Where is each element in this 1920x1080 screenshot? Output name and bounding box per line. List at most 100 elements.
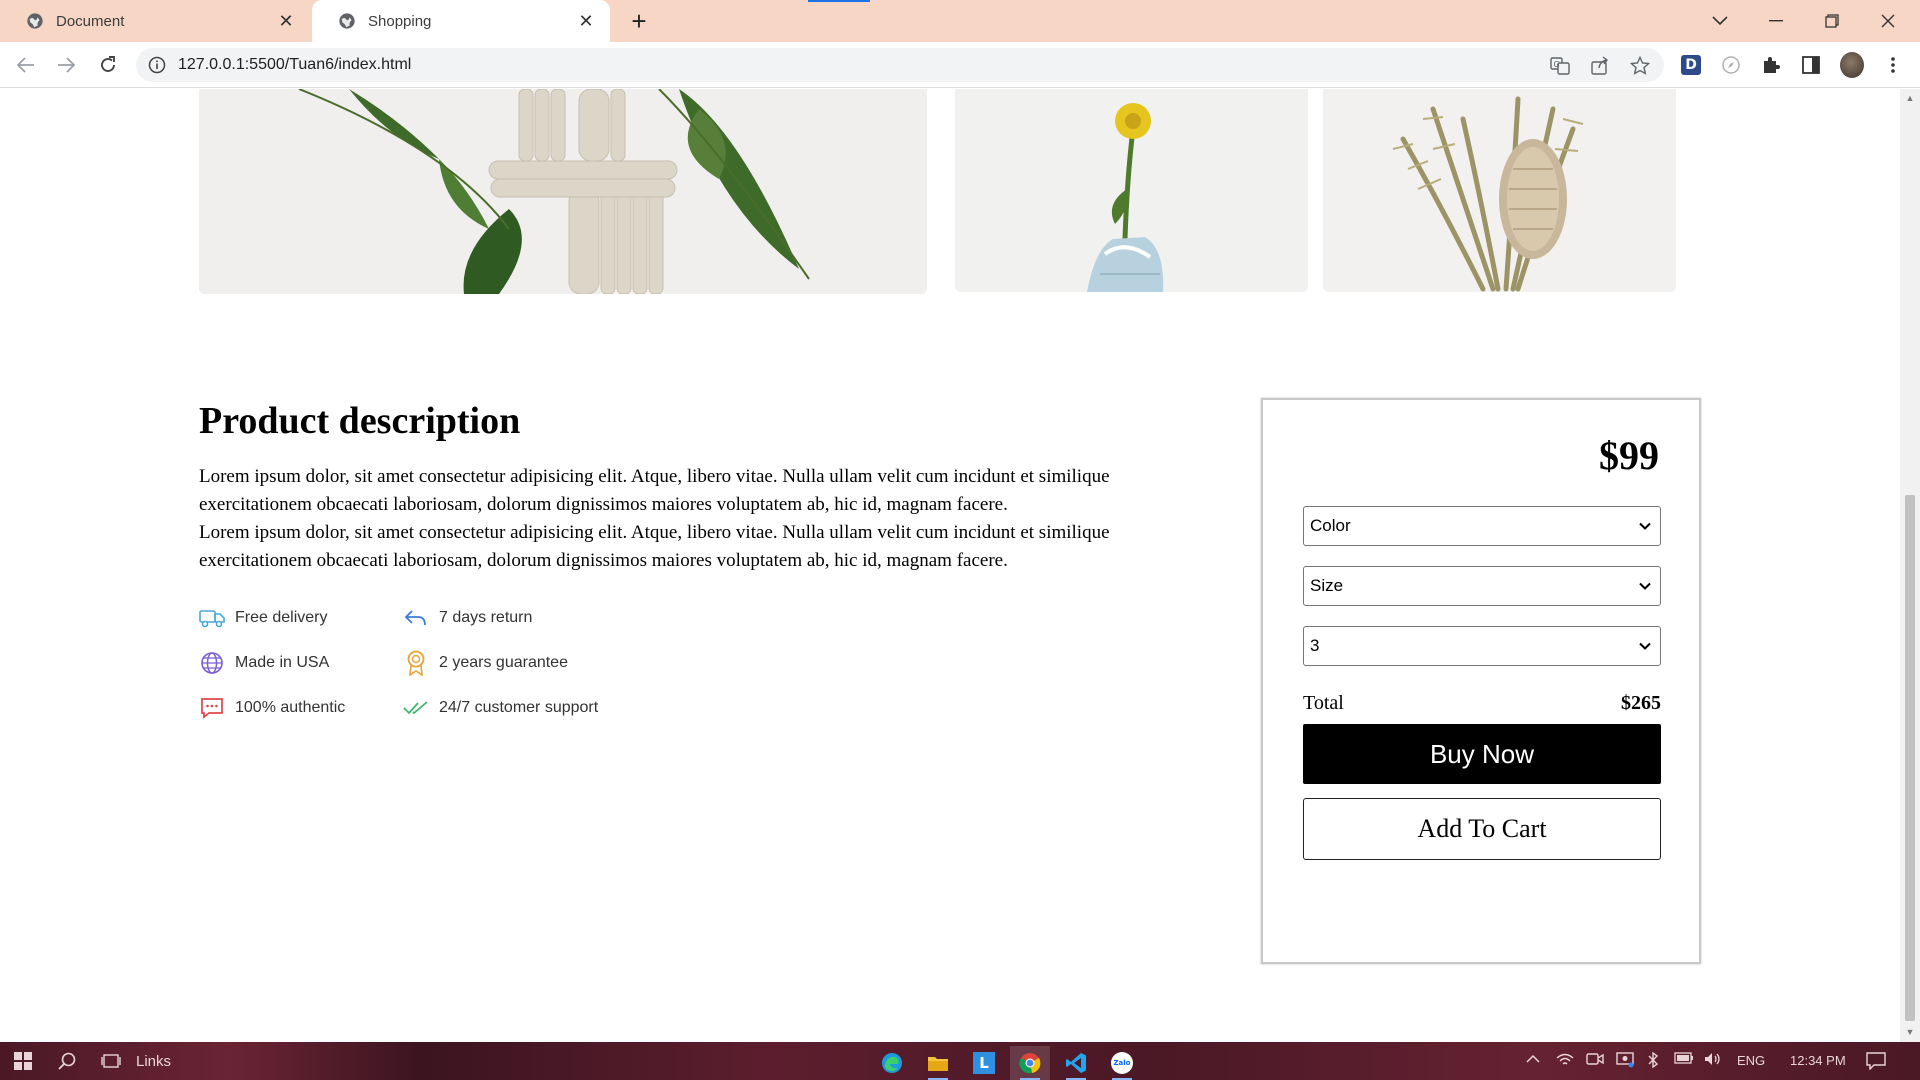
quantity-select-value: 3: [1310, 636, 1320, 655]
browser-menu-icon[interactable]: [1881, 53, 1905, 77]
total-row: Total $265: [1303, 692, 1661, 715]
feature-label: Made in USA: [235, 654, 330, 671]
scroll-down-arrow-icon[interactable]: ▼: [1905, 1027, 1915, 1037]
browser-tab-strip: Document ✕ Shopping ✕ +: [0, 0, 1920, 42]
truck-icon: [199, 605, 225, 631]
edge-app-icon[interactable]: [872, 1046, 912, 1080]
product-image-dried-flower[interactable]: [1323, 89, 1676, 292]
buy-now-button[interactable]: Buy Now: [1303, 724, 1661, 784]
zalo-app-icon[interactable]: Zalo: [1102, 1046, 1142, 1080]
page-scrollbar[interactable]: ▲ ▼: [1900, 89, 1920, 1042]
share-icon[interactable]: [1590, 56, 1610, 76]
feature-label: 100% authentic: [235, 699, 346, 716]
product-image-large[interactable]: [199, 89, 927, 294]
product-image-flower[interactable]: [955, 89, 1308, 292]
back-button[interactable]: [10, 49, 42, 81]
globe-icon: [339, 13, 355, 29]
address-bar[interactable]: 127.0.0.1:5500/Tuan6/index.html G: [136, 48, 1664, 82]
loading-indicator: [808, 0, 870, 2]
windows-taskbar: Links L Zalo ENG 12:34 PM: [0, 1042, 1920, 1080]
reload-button[interactable]: [92, 49, 124, 81]
close-icon[interactable]: ✕: [576, 11, 596, 31]
chevron-down-icon: [1639, 522, 1651, 530]
double-check-icon: [403, 695, 429, 721]
page-content: Product description Lorem ipsum dolor, s…: [0, 89, 1900, 1042]
battery-icon[interactable]: [1674, 1052, 1694, 1067]
close-icon[interactable]: ✕: [276, 11, 296, 31]
volume-icon[interactable]: [1704, 1052, 1722, 1069]
feature-label: 24/7 customer support: [439, 699, 599, 716]
scrollbar-thumb[interactable]: [1905, 495, 1915, 1021]
size-select[interactable]: Size: [1303, 566, 1661, 606]
vscode-app-icon[interactable]: [1056, 1046, 1096, 1080]
product-description-title: Product description: [199, 400, 521, 442]
description-paragraph: Lorem ipsum dolor, sit amet consectetur …: [199, 522, 1110, 571]
meet-now-icon[interactable]: [1586, 1052, 1604, 1069]
product-price: $99: [1599, 433, 1659, 478]
feature-label: 7 days return: [439, 609, 533, 626]
restore-button[interactable]: [1804, 0, 1860, 42]
svg-text:G: G: [1554, 60, 1560, 69]
side-panel-icon[interactable]: [1799, 53, 1823, 77]
clock[interactable]: 12:34 PM: [1790, 1053, 1846, 1068]
chevron-down-icon: [1639, 582, 1651, 590]
return-arrow-icon: [403, 605, 429, 631]
tab-title: Document: [56, 12, 125, 30]
medal-icon: [403, 650, 429, 676]
tab-document[interactable]: Document ✕: [0, 0, 310, 42]
windows-start-icon[interactable]: [8, 1046, 38, 1076]
info-icon[interactable]: [148, 56, 166, 74]
chevron-down-icon: [1639, 642, 1651, 650]
color-select[interactable]: Color: [1303, 506, 1661, 546]
color-select-value: Color: [1310, 516, 1351, 535]
bookmark-star-icon[interactable]: [1630, 56, 1650, 76]
scroll-up-arrow-icon[interactable]: ▲: [1905, 93, 1915, 103]
extension-d-label: D: [1681, 55, 1701, 75]
file-explorer-app-icon[interactable]: [918, 1046, 958, 1080]
chrome-app-icon[interactable]: [1010, 1046, 1050, 1080]
feature-return: 7 days return: [403, 605, 532, 631]
language-indicator[interactable]: ENG: [1737, 1053, 1765, 1068]
forward-button[interactable]: [50, 49, 82, 81]
puzzle-extensions-icon[interactable]: [1759, 53, 1783, 77]
total-value: $265: [1621, 692, 1661, 714]
description-paragraph: Lorem ipsum dolor, sit amet consectetur …: [199, 466, 1110, 515]
task-view-icon[interactable]: [96, 1046, 126, 1076]
feature-label: 2 years guarantee: [439, 654, 568, 671]
search-icon[interactable]: [52, 1046, 82, 1076]
purchase-card: $99 Color Size 3 Total $265 Buy Now Add …: [1261, 398, 1701, 964]
notifications-icon[interactable]: [1866, 1052, 1886, 1073]
avatar[interactable]: [1840, 52, 1864, 78]
extension-d-icon[interactable]: D: [1679, 53, 1703, 77]
add-to-cart-button[interactable]: Add To Cart: [1303, 798, 1661, 860]
globe-icon: [27, 13, 43, 29]
globe-icon: [199, 650, 225, 676]
feature-support: 24/7 customer support: [403, 695, 598, 721]
feature-made-in-usa: Made in USA: [199, 650, 329, 676]
compass-extension-icon[interactable]: [1719, 53, 1743, 77]
browser-toolbar: 127.0.0.1:5500/Tuan6/index.html G D: [0, 42, 1920, 88]
links-toolbar[interactable]: Links: [136, 1046, 196, 1076]
minimize-button[interactable]: [1748, 0, 1804, 42]
chat-bubble-icon: [199, 695, 225, 721]
show-hidden-icons-icon[interactable]: [1526, 1052, 1540, 1067]
total-label: Total: [1303, 692, 1344, 714]
l-app-icon[interactable]: L: [964, 1046, 1004, 1080]
new-tab-button[interactable]: +: [624, 6, 654, 36]
tab-search-chevron-icon[interactable]: [1692, 0, 1748, 42]
feature-authentic: 100% authentic: [199, 695, 345, 721]
close-window-button[interactable]: [1860, 0, 1916, 42]
tab-title: Shopping: [368, 12, 432, 30]
quantity-select[interactable]: 3: [1303, 626, 1661, 666]
screen-record-icon[interactable]: [1616, 1052, 1634, 1071]
translate-icon[interactable]: G: [1550, 56, 1570, 76]
feature-label: Free delivery: [235, 609, 328, 626]
size-select-value: Size: [1310, 576, 1344, 595]
feature-free-delivery: Free delivery: [199, 605, 327, 631]
feature-guarantee: 2 years guarantee: [403, 650, 568, 676]
network-icon[interactable]: [1556, 1052, 1574, 1071]
product-description-text: Lorem ipsum dolor, sit amet consectetur …: [199, 463, 1179, 575]
url-text: 127.0.0.1:5500/Tuan6/index.html: [178, 56, 412, 73]
tab-shopping[interactable]: Shopping ✕: [312, 0, 610, 42]
bluetooth-icon[interactable]: [1646, 1051, 1660, 1071]
